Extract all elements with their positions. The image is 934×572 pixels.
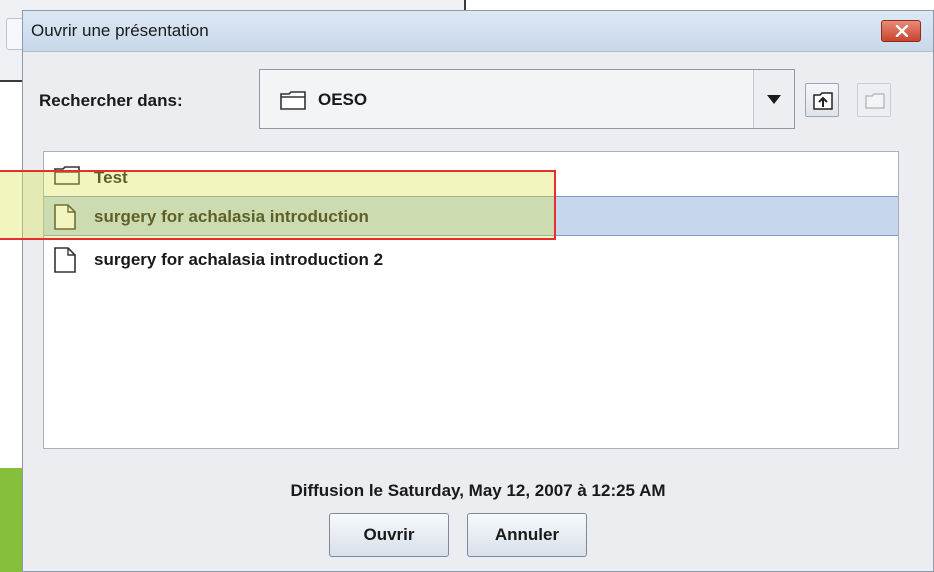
highlight-annotation bbox=[0, 170, 556, 240]
open-button[interactable]: Ouvrir bbox=[329, 513, 449, 557]
new-folder-button[interactable] bbox=[857, 83, 891, 117]
folder-icon bbox=[280, 91, 306, 110]
file-icon bbox=[54, 247, 76, 273]
broadcast-status: Diffusion le Saturday, May 12, 2007 à 12… bbox=[290, 481, 666, 500]
up-one-level-button[interactable] bbox=[805, 83, 839, 117]
open-presentation-dialog: Ouvrir une présentation Rechercher dans:… bbox=[22, 10, 934, 572]
new-folder-icon bbox=[865, 93, 885, 109]
dialog-title: Ouvrir une présentation bbox=[31, 21, 209, 40]
chevron-down-icon bbox=[767, 95, 781, 104]
look-in-value: OESO bbox=[318, 90, 368, 109]
close-button[interactable] bbox=[881, 20, 921, 42]
title-bar[interactable]: Ouvrir une présentation bbox=[23, 11, 933, 52]
close-icon bbox=[895, 25, 909, 37]
cancel-button[interactable]: Annuler bbox=[467, 513, 587, 557]
list-item-label: surgery for achalasia introduction 2 bbox=[94, 250, 384, 269]
combo-dropdown-button[interactable] bbox=[753, 70, 794, 128]
list-item-file[interactable]: surgery for achalasia introduction 2 bbox=[44, 240, 898, 280]
look-in-combo[interactable]: OESO bbox=[259, 69, 795, 129]
look-in-label: Rechercher dans: bbox=[39, 91, 183, 110]
folder-up-icon bbox=[813, 92, 833, 110]
